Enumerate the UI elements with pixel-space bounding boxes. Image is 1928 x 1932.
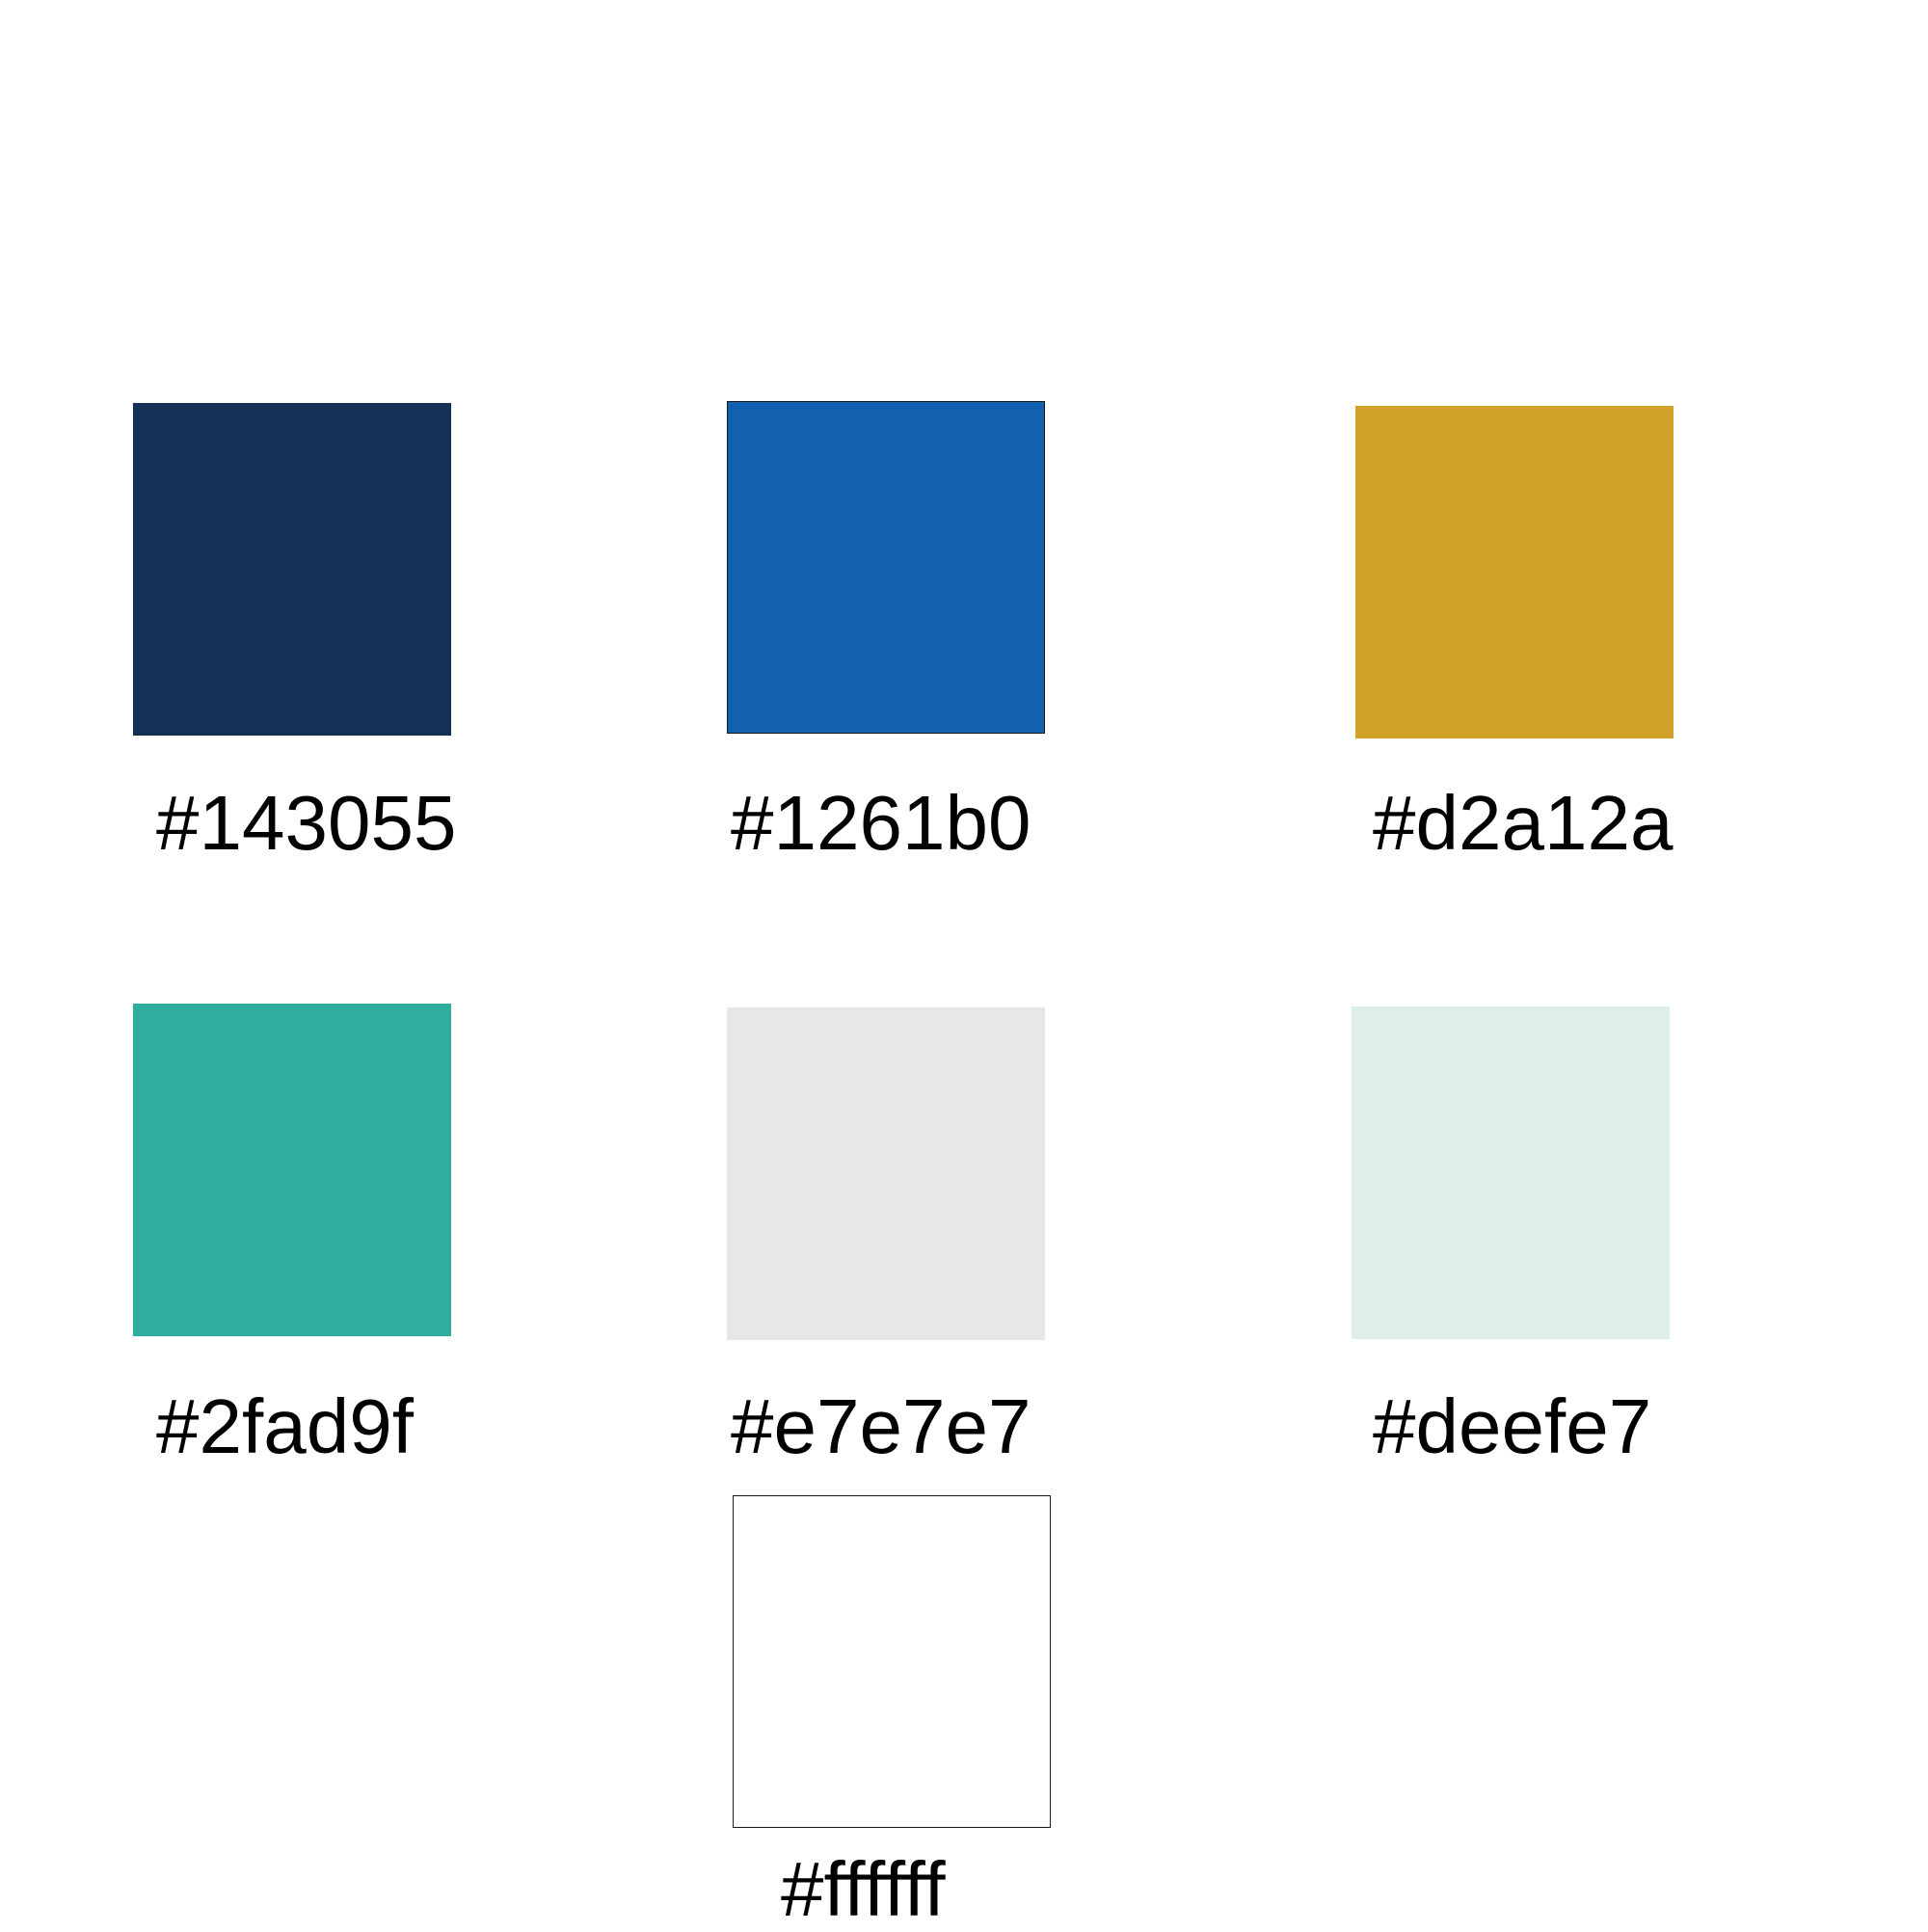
swatch-label-white: #ffffff [781,1846,946,1932]
swatch-gold [1355,406,1674,738]
swatch-label-teal: #2fad9f [156,1383,414,1469]
swatch-label-blue: #1261b0 [731,780,1031,866]
swatch-label-mint: #deefe7 [1373,1383,1652,1469]
swatch-navy [133,403,451,736]
swatch-label-gold: #d2a12a [1373,780,1674,866]
swatch-label-light-gray: #e7e7e7 [731,1383,1031,1469]
swatch-mint [1352,1006,1670,1339]
swatch-blue [727,401,1045,734]
swatch-teal [133,1004,451,1336]
swatch-label-navy: #143055 [156,780,457,866]
swatch-white [733,1495,1051,1828]
swatch-light-gray [727,1007,1045,1340]
